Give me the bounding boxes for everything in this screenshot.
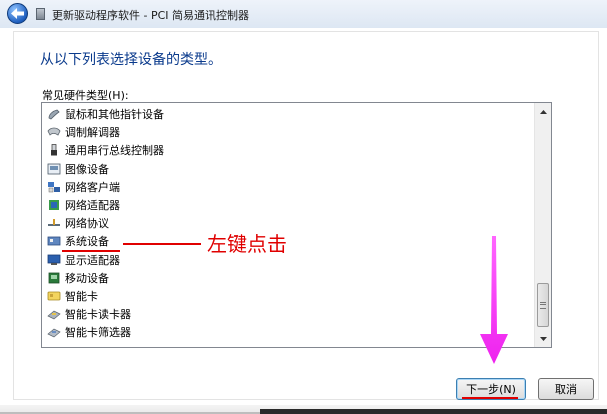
cancel-button[interactable]: 取消 <box>538 378 594 400</box>
hardware-type-label: 常见硬件类型(H): <box>42 89 129 102</box>
next-button-underline <box>462 397 518 399</box>
system-device-icon <box>47 235 61 247</box>
scroll-down-button[interactable] <box>535 330 551 347</box>
list-item[interactable]: 系统设备 <box>42 232 534 250</box>
list-item[interactable]: 显示适配器 <box>42 251 534 269</box>
list-item-label: 图像设备 <box>65 162 109 176</box>
system-device-underline <box>62 250 120 252</box>
list-item-label: 网络协议 <box>65 217 109 231</box>
usb-icon <box>47 144 61 156</box>
display-adapter-icon <box>47 254 61 266</box>
scroll-up-button[interactable] <box>535 103 551 120</box>
grip-icon <box>540 301 546 309</box>
list-item[interactable]: 鼠标和其他指针设备 <box>42 105 534 123</box>
list-item-label: 鼠标和其他指针设备 <box>65 108 164 122</box>
modem-icon <box>47 126 61 138</box>
scroll-thumb[interactable] <box>537 283 549 327</box>
mouse-icon <box>47 108 61 120</box>
network-protocol-icon <box>47 217 61 229</box>
list-item-label: 智能卡 <box>65 289 98 303</box>
vertical-scrollbar[interactable] <box>534 103 551 347</box>
annotation-text: 左键点击 <box>207 232 287 256</box>
list-item[interactable]: 智能卡 <box>42 287 534 305</box>
hardware-type-list[interactable]: 鼠标和其他指针设备 调制解调器通用串行总线控制器 图像设备网络客户端网络适配器网络协… <box>41 102 552 348</box>
smart-card-icon <box>47 290 61 302</box>
list-item[interactable]: 网络客户端 <box>42 178 534 196</box>
mobile-device-icon <box>47 272 61 284</box>
taskbar-edge-right <box>260 409 607 414</box>
list-item-label: 移动设备 <box>65 271 109 285</box>
list-item[interactable]: 移动设备 <box>42 269 534 287</box>
list-item[interactable]: 调制解调器 <box>42 123 534 141</box>
back-arrow-icon <box>11 8 24 19</box>
list-item-label: 智能卡筛选器 <box>65 326 131 340</box>
scroll-up-icon <box>539 109 547 114</box>
smart-card-reader-icon <box>47 308 61 320</box>
scroll-down-icon <box>539 336 547 341</box>
annotation-line <box>123 243 201 245</box>
list-item-label: 通用串行总线控制器 <box>65 144 164 158</box>
list-item[interactable]: 图像设备 <box>42 160 534 178</box>
list-item[interactable]: 网络协议 <box>42 214 534 232</box>
list-item-label: 调制解调器 <box>65 126 120 140</box>
device-icon <box>36 8 45 20</box>
network-adapter-icon <box>47 199 61 211</box>
imaging-device-icon <box>47 163 61 175</box>
window-title: 更新驱动程序软件 - PCI 简易通讯控制器 <box>52 9 250 22</box>
network-client-icon <box>47 181 61 193</box>
list-item[interactable]: 智能卡筛选器 <box>42 323 534 341</box>
list-item-label: 智能卡读卡器 <box>65 308 131 322</box>
list-item[interactable]: 通用串行总线控制器 <box>42 141 534 159</box>
annotation-arrow-icon <box>480 236 508 364</box>
list-item[interactable]: 网络适配器 <box>42 196 534 214</box>
back-button[interactable] <box>7 3 28 24</box>
smart-card-filter-icon <box>47 326 61 338</box>
list-item-label: 网络适配器 <box>65 199 120 213</box>
list-item-label: 系统设备 <box>65 235 109 249</box>
list-item-label: 网络客户端 <box>65 180 120 194</box>
list-item[interactable]: 智能卡读卡器 <box>42 305 534 323</box>
list-item-label: 显示适配器 <box>65 253 120 267</box>
page-heading: 从以下列表选择设备的类型。 <box>40 52 222 68</box>
title-bar: 更新驱动程序软件 - PCI 简易通讯控制器 <box>0 0 607 28</box>
